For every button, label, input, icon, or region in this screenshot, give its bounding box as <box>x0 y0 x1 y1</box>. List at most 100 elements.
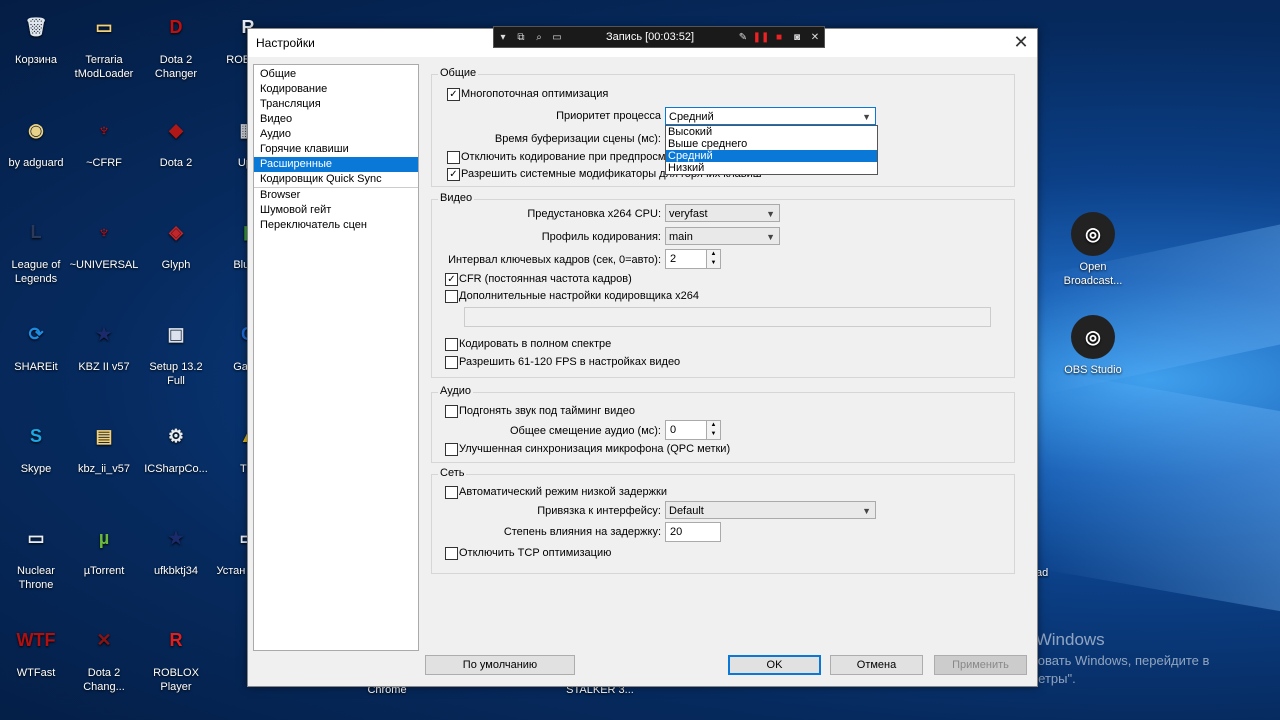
desktop-icon[interactable]: ♆ ~CFRF <box>68 108 140 170</box>
audio-sync-checkbox[interactable] <box>445 405 458 418</box>
desktop-icon-open-broadcast[interactable]: ◎ Open Broadcast... <box>1057 212 1129 288</box>
app-icon: ♆ <box>97 120 111 140</box>
pause-icon[interactable]: ❚❚ <box>752 32 770 43</box>
desktop-icon[interactable]: S Skype <box>0 414 72 476</box>
nav-item[interactable]: Кодировщик Quick Sync <box>254 172 418 187</box>
nav-item[interactable]: Трансляция <box>254 97 418 112</box>
desktop-icon-label: Nuclear Throne <box>17 565 55 591</box>
desktop-icon[interactable]: ⚙ ICSharpCo... <box>140 414 212 476</box>
desktop-icon[interactable]: ▤ kbz_ii_v57 <box>68 414 140 476</box>
tcp-checkbox[interactable] <box>445 547 458 560</box>
keyframe-spinner[interactable]: 2 ▲ ▼ <box>665 249 721 269</box>
allow-modifiers-checkbox[interactable]: ✓ <box>447 168 460 181</box>
profile-select[interactable]: main ▼ <box>665 227 780 245</box>
disable-encoding-checkbox[interactable] <box>447 151 460 164</box>
dropdown-option[interactable]: Высокий <box>666 126 877 138</box>
app-icon: ◆ <box>169 120 183 140</box>
stop-icon[interactable]: ■ <box>770 32 788 43</box>
nav-item[interactable]: Расширенные <box>254 157 418 172</box>
desktop-icon[interactable]: ★ KBZ II v57 <box>68 312 140 374</box>
settings-nav: Общие Кодирование Трансляция Видео Аудио Горя… <box>253 64 419 651</box>
desktop-icon[interactable]: ◉ by adguard <box>0 108 72 170</box>
app-icon: ★ <box>167 528 185 548</box>
bind-value: Default <box>669 505 704 517</box>
desktop-icon[interactable]: ⟳ SHAREit <box>0 312 72 374</box>
desktop-icon[interactable]: ▣ Setup 13.2 Full <box>140 312 212 388</box>
close-icon[interactable]: ✕ <box>806 32 824 43</box>
nav-item[interactable]: Общие <box>254 67 418 82</box>
desktop-icon[interactable]: ▭ Terraria tModLoader <box>68 5 140 81</box>
dropdown-option[interactable]: Выше среднего <box>666 138 877 150</box>
spin-down-icon[interactable]: ▼ <box>706 430 720 439</box>
dropdown-option[interactable]: Средний <box>666 150 877 162</box>
desktop-icon[interactable]: ✕ Dota 2 Chang... <box>68 618 140 694</box>
ok-button[interactable]: OK <box>728 655 821 675</box>
audio-sync-label: Подгонять звук под тайминг видео <box>459 405 635 417</box>
nav-item[interactable]: Переключатель сцен <box>254 218 418 233</box>
priority-select[interactable]: Средний ▼ <box>665 107 876 125</box>
apply-button[interactable]: Применить <box>934 655 1027 675</box>
spin-up-icon[interactable]: ▲ <box>706 250 720 259</box>
desktop-icon-obs-studio[interactable]: ◎ OBS Studio <box>1057 315 1129 377</box>
desktop-icon[interactable]: ◆ Dota 2 <box>140 108 212 170</box>
desktop-icon-label: KBZ II v57 <box>78 361 130 373</box>
desktop-icon-label: WTFast <box>16 667 56 679</box>
spin-down-icon[interactable]: ▼ <box>706 259 720 268</box>
nav-item[interactable]: Горячие клавиши <box>254 142 418 157</box>
desktop-icon[interactable]: ♆ ~UNIVERSAL <box>68 210 140 272</box>
recorder-title: Запись [00:03:52] <box>605 31 695 43</box>
desktop-icon[interactable]: WTF WTFast <box>0 618 72 680</box>
audio-offset-label: Общее смещение аудио (мс): <box>509 425 661 437</box>
desktop-icon-label: ~CFRF <box>86 157 122 169</box>
desktop-icon-label: League of Legends <box>11 259 61 285</box>
mic-sync-label: Улучшенная синхронизация микрофона (QPC … <box>459 443 731 455</box>
zoom-icon[interactable]: ⌕ <box>530 32 548 43</box>
dropdown-icon[interactable]: ▾ <box>494 32 512 43</box>
desktop-icon[interactable]: 🗑 Корзина <box>0 5 72 67</box>
multithread-checkbox[interactable]: ✓ <box>447 88 460 101</box>
desktop-icon[interactable]: ▭ Nuclear Throne <box>0 516 72 592</box>
app-icon: ◉ <box>28 120 44 140</box>
nav-item[interactable]: Шумовой гейт <box>254 203 418 218</box>
pen-icon[interactable]: ✎ <box>734 32 752 43</box>
preset-select[interactable]: veryfast ▼ <box>665 204 780 222</box>
nav-item[interactable]: Кодирование <box>254 82 418 97</box>
desktop-icon[interactable]: L League of Legends <box>0 210 72 286</box>
preset-value: veryfast <box>669 208 708 220</box>
desktop-icon[interactable]: µ µTorrent <box>68 516 140 578</box>
close-icon[interactable]: ✕ <box>1011 32 1031 52</box>
recorder-toolbar: ▾ ⧉ ⌕ ▭ Запись [00:03:52] ✎ ❚❚ ■ ◙ ✕ <box>493 26 825 48</box>
region-icon[interactable]: ▭ <box>548 32 566 43</box>
cancel-button[interactable]: Отмена <box>830 655 923 675</box>
fps-checkbox[interactable] <box>445 356 458 369</box>
desktop-icon-label: Корзина <box>15 54 57 66</box>
bind-select[interactable]: Default ▼ <box>665 501 876 519</box>
window-icon[interactable]: ⧉ <box>512 32 530 43</box>
nav-item[interactable]: Аудио <box>254 127 418 142</box>
latency-factor-input[interactable]: 20 <box>665 522 721 542</box>
full-range-label: Кодировать в полном спектре <box>459 338 612 350</box>
app-icon: ▭ <box>95 17 113 37</box>
extra-settings-checkbox[interactable] <box>445 290 458 303</box>
nav-item[interactable]: Видео <box>254 112 418 127</box>
nav-item[interactable]: Browser <box>254 187 418 203</box>
desktop-partial-label: ad <box>1036 567 1049 579</box>
app-icon: L <box>30 222 42 242</box>
defaults-button[interactable]: По умолчанию <box>425 655 575 675</box>
app-icon: ⟳ <box>28 324 44 344</box>
keyframe-label: Интервал ключевых кадров (сек, 0=авто): <box>448 254 661 266</box>
desktop-icon-label: Open Broadcast... <box>1063 261 1123 287</box>
low-latency-checkbox[interactable] <box>445 486 458 499</box>
dropdown-option[interactable]: Низкий <box>666 162 877 174</box>
full-range-checkbox[interactable] <box>445 338 458 351</box>
cfr-checkbox[interactable]: ✓ <box>445 273 458 286</box>
desktop-icon[interactable]: D Dota 2 Changer <box>140 5 212 81</box>
spin-up-icon[interactable]: ▲ <box>706 421 720 430</box>
desktop-icon[interactable]: ◈ Glyph <box>140 210 212 272</box>
camera-icon[interactable]: ◙ <box>788 32 806 43</box>
multithread-label: Многопоточная оптимизация <box>461 88 609 100</box>
desktop-icon[interactable]: R ROBLOX Player <box>140 618 212 694</box>
audio-offset-spinner[interactable]: 0 ▲ ▼ <box>665 420 721 440</box>
mic-sync-checkbox[interactable] <box>445 443 458 456</box>
desktop-icon[interactable]: ★ ufkbktj34 <box>140 516 212 578</box>
